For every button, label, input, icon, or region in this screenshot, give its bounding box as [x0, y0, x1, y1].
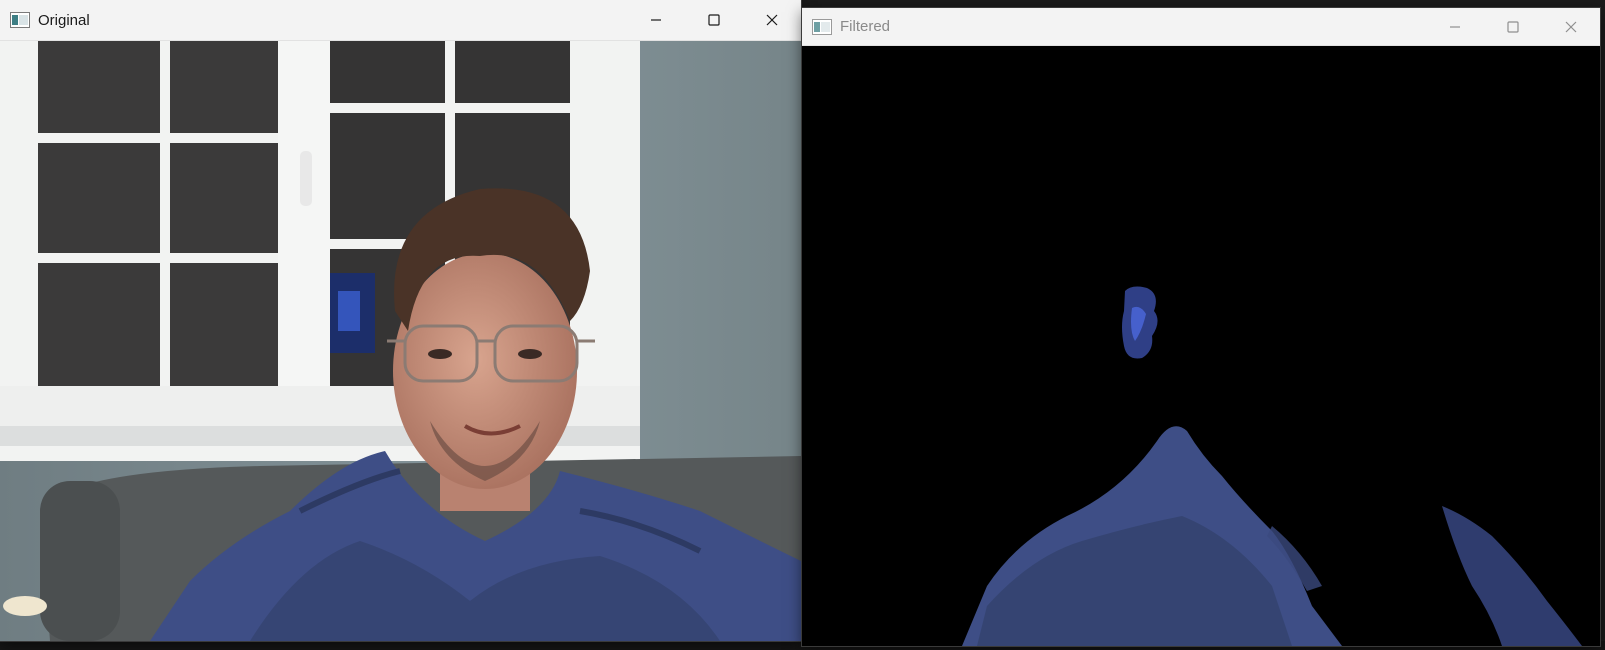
opencv-window-icon — [10, 12, 30, 28]
webcam-image — [0, 41, 801, 641]
camera-frame — [0, 41, 801, 641]
opencv-window-icon — [812, 18, 832, 35]
close-icon — [766, 14, 778, 26]
maximize-button[interactable] — [1484, 8, 1542, 45]
minimize-icon — [651, 19, 661, 21]
maximize-icon — [708, 14, 720, 26]
title-bar[interactable]: Filtered — [802, 8, 1600, 46]
window-title: Original — [38, 11, 90, 29]
close-button[interactable] — [743, 0, 801, 40]
original-window[interactable]: Original — [0, 0, 801, 641]
minimize-button[interactable] — [627, 0, 685, 40]
minimize-icon — [1450, 25, 1460, 28]
filtered-frame — [802, 46, 1600, 646]
maximize-button[interactable] — [685, 0, 743, 40]
minimize-button[interactable] — [1426, 8, 1484, 45]
title-bar[interactable]: Original — [0, 0, 801, 41]
close-icon — [1565, 21, 1577, 32]
filtered-window[interactable]: Filtered — [802, 8, 1600, 646]
maximize-icon — [1507, 20, 1519, 33]
window-title: Filtered — [840, 18, 891, 35]
filtered-image — [802, 46, 1600, 646]
close-button[interactable] — [1542, 8, 1600, 45]
